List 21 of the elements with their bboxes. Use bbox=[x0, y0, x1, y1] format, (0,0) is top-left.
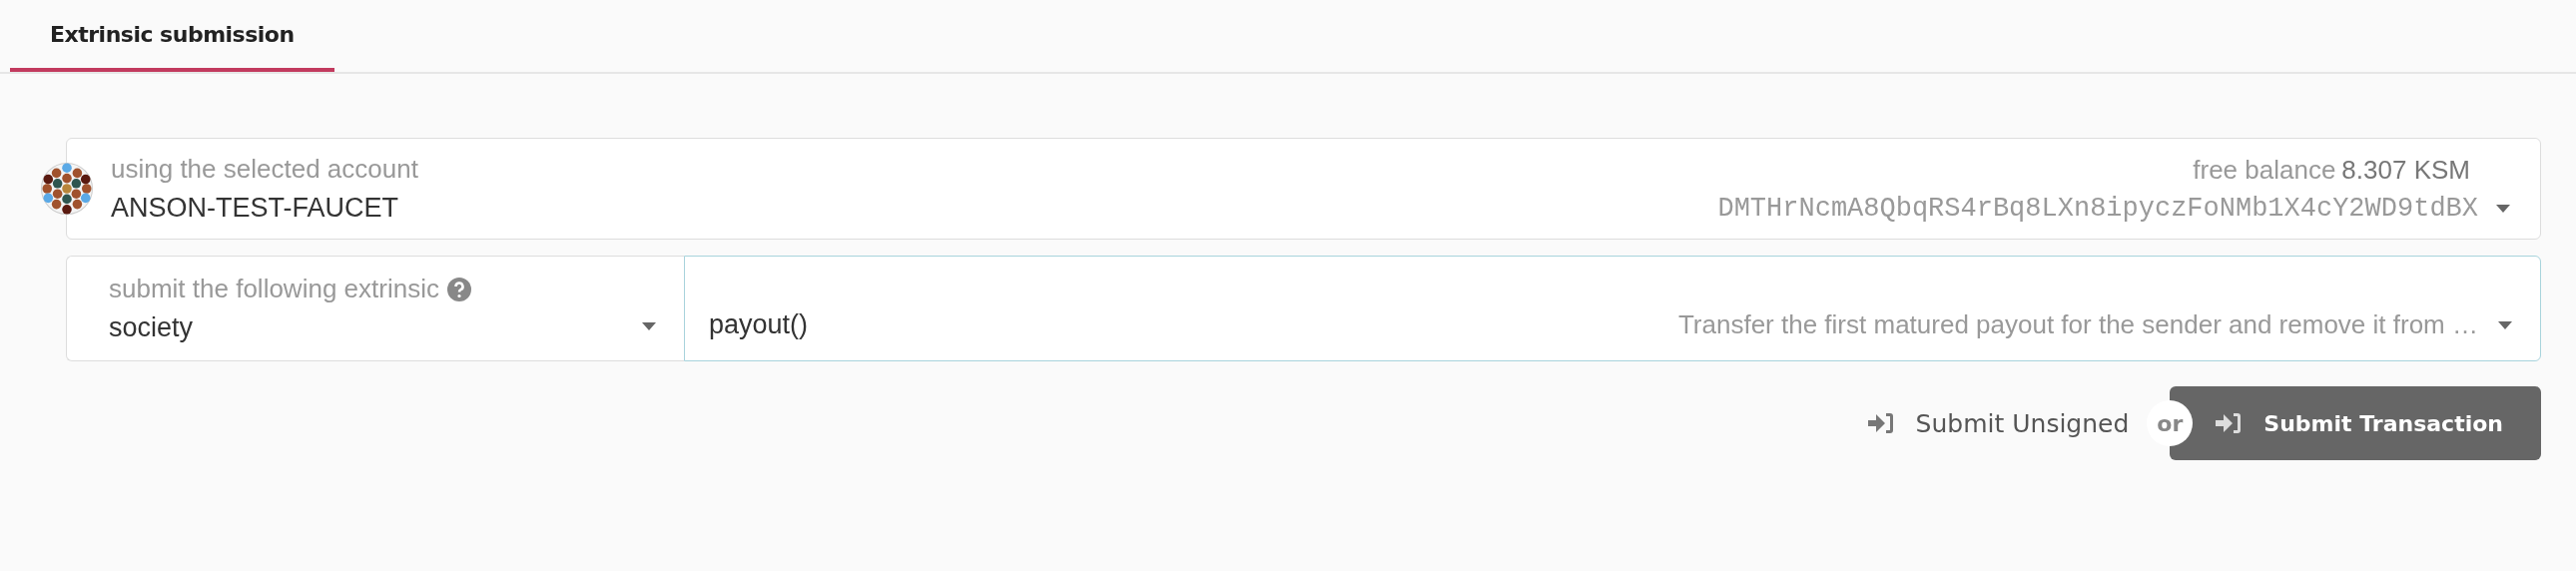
sign-in-icon bbox=[2216, 412, 2243, 434]
field-label: submit the following extrinsic bbox=[109, 274, 439, 304]
submit-unsigned-button[interactable]: Submit Unsigned bbox=[1835, 386, 2148, 460]
method-value: payout() bbox=[709, 309, 809, 340]
field-label: using the selected account bbox=[111, 154, 418, 185]
dropdown-caret-icon bbox=[642, 322, 656, 330]
section-dropdown[interactable]: submit the following extrinsic society bbox=[66, 256, 684, 361]
balance-value: 8.307 KSM bbox=[2341, 154, 2470, 186]
or-separator: or bbox=[2147, 400, 2194, 446]
method-description: Transfer the first matured payout for the sender and remove it from … bbox=[1677, 309, 2478, 340]
account-address: DMTHrNcmA8QbqRS4rBq8LXn8ipyczFoNMb1X4cY2WD9tdBX bbox=[1717, 193, 2478, 224]
section-value: society bbox=[109, 312, 195, 343]
method-dropdown[interactable]: payout() Transfer the first matured payout for the sender and remove it from … bbox=[684, 256, 2541, 361]
sign-in-icon bbox=[1867, 412, 1894, 434]
balance-label: free balance bbox=[2193, 154, 2336, 186]
tab[interactable]: Extrinsic submission bbox=[10, 0, 334, 72]
account-name: ANSON-TEST-FAUCET bbox=[111, 193, 400, 224]
dropdown-caret-icon bbox=[2498, 320, 2512, 329]
account-selector[interactable]: using the selected account ANSON-TEST-FAUCET free balance 8.307 KSM DMTHrNcmA8QbqRS4rBq8LXn8ipyczFoNMb1X4cY2WD9tdBX bbox=[66, 138, 2541, 240]
help-icon bbox=[446, 277, 471, 301]
dropdown-caret-icon bbox=[2496, 204, 2510, 213]
